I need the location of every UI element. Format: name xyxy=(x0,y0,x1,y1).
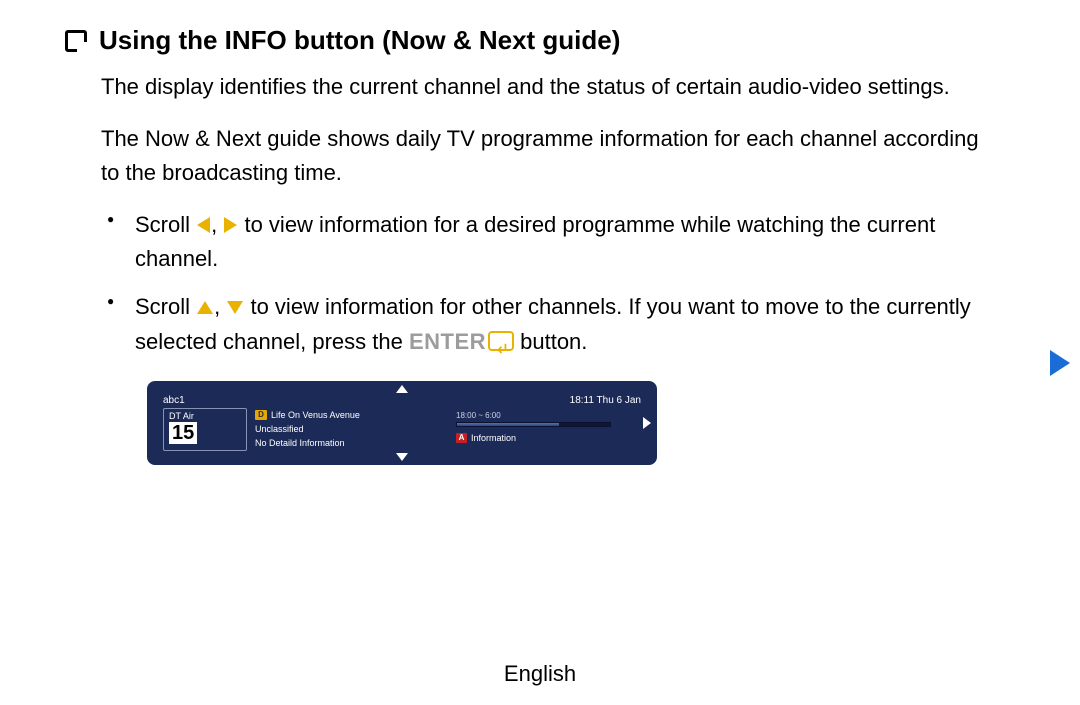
intro-paragraph-2: The Now & Next guide shows daily TV prog… xyxy=(101,122,985,190)
footer-language: English xyxy=(504,661,576,687)
bullet2-pre: Scroll xyxy=(135,294,196,319)
bullet1-post: to view information for a desired progra… xyxy=(135,212,935,271)
osd-right-column: 18:00 ~ 6:00 A Information xyxy=(456,408,641,451)
next-page-arrow-icon[interactable] xyxy=(1050,350,1070,376)
osd-programme-title: Life On Venus Avenue xyxy=(271,408,360,422)
osd-d-badge: D xyxy=(255,410,267,420)
bullet1-pre: Scroll xyxy=(135,212,196,237)
osd-channel-number: 15 xyxy=(169,422,197,444)
osd-source: DT Air xyxy=(169,411,241,421)
bullet-item-2: Scroll , to view information for other c… xyxy=(135,290,985,358)
osd-programme-column: D Life On Venus Avenue Unclassified No D… xyxy=(255,408,448,451)
osd-nav-down-icon xyxy=(396,453,408,461)
section-bullet-icon xyxy=(65,30,87,52)
osd-rating: Unclassified xyxy=(255,422,448,436)
enter-button-icon xyxy=(488,331,514,351)
osd-nav-right-icon xyxy=(643,417,651,429)
osd-progress-bar xyxy=(456,422,611,427)
osd-clock: 18:11 Thu 6 Jan xyxy=(570,395,641,406)
osd-a-badge: A xyxy=(456,433,467,443)
arrow-down-icon xyxy=(227,301,243,314)
osd-info-label: Information xyxy=(471,433,516,443)
arrow-left-icon xyxy=(197,217,210,233)
enter-label: ENTER xyxy=(409,329,486,354)
arrow-right-icon xyxy=(224,217,237,233)
osd-detail: No Detaild Information xyxy=(255,436,448,450)
bullet2-post: button. xyxy=(514,329,587,354)
osd-time-range: 18:00 ~ 6:00 xyxy=(456,411,501,420)
bullet1-mid: , xyxy=(211,212,223,237)
osd-panel: abc1 18:11 Thu 6 Jan DT Air 15 D Life On… xyxy=(147,381,657,465)
intro-paragraph-1: The display identifies the current chann… xyxy=(101,70,985,104)
osd-nav-up-icon xyxy=(396,385,408,393)
bullet2-mid1: , xyxy=(214,294,226,319)
osd-channel-box: DT Air 15 xyxy=(163,408,247,451)
osd-channel-name: abc1 xyxy=(163,395,185,406)
page-title: Using the INFO button (Now & Next guide) xyxy=(99,25,620,56)
bullet-item-1: Scroll , to view information for a desir… xyxy=(135,208,985,276)
arrow-up-icon xyxy=(197,301,213,314)
